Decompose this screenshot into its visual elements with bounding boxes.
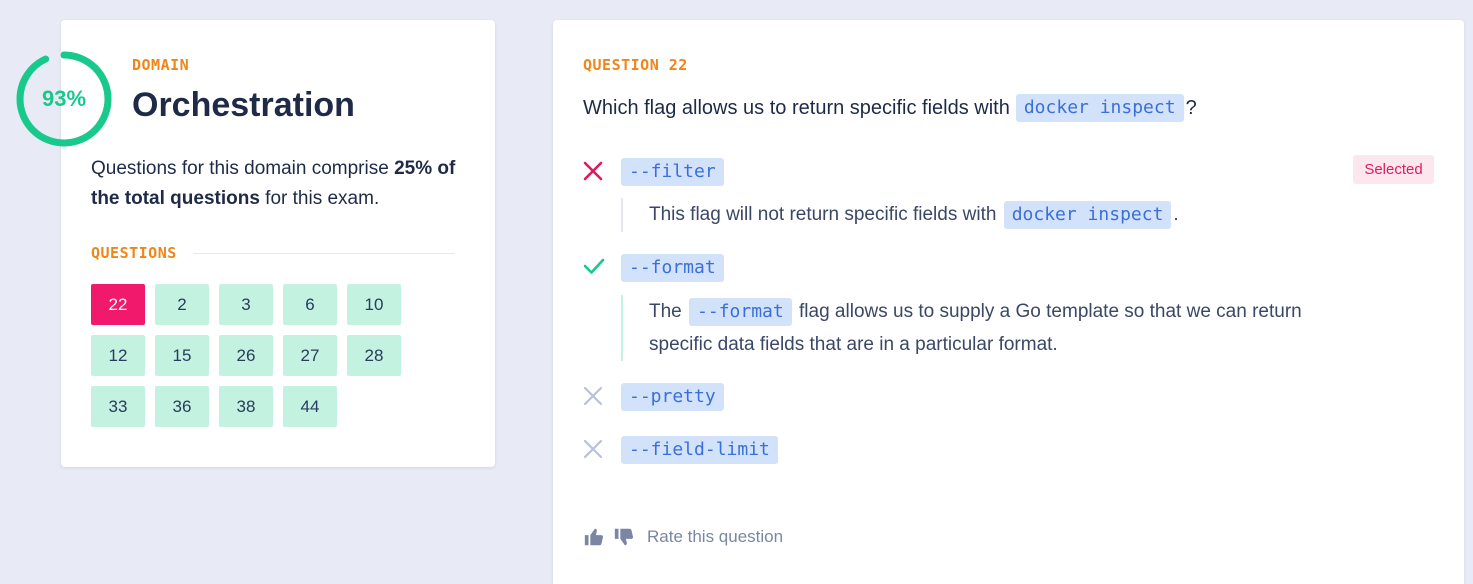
rate-question-row: Rate this question bbox=[583, 524, 783, 550]
question-text: Which flag allows us to return specific … bbox=[583, 94, 1197, 122]
progress-percent: 93% bbox=[41, 86, 87, 111]
selected-badge: Selected bbox=[1353, 155, 1434, 184]
explanation-code: --format bbox=[689, 298, 792, 326]
question-grid: 22 2 3 6 10 12 15 26 27 28 33 36 38 44 bbox=[91, 284, 431, 427]
domain-progress-ring: 93% bbox=[15, 50, 113, 148]
option-filter[interactable]: --filter bbox=[621, 158, 724, 186]
question-number-button[interactable]: 27 bbox=[283, 335, 337, 376]
question-text-start: Which flag allows us to return specific … bbox=[583, 96, 1010, 119]
domain-title: Orchestration bbox=[132, 86, 355, 124]
thumbs-down-icon[interactable] bbox=[613, 526, 635, 548]
x-icon bbox=[583, 161, 603, 181]
description-text-end: for this exam. bbox=[259, 188, 380, 209]
question-number-button[interactable]: 36 bbox=[155, 386, 209, 427]
x-icon bbox=[583, 439, 603, 459]
domain-eyebrow: DOMAIN bbox=[132, 56, 190, 74]
divider bbox=[192, 252, 455, 254]
explanation-text: This flag will not return specific field… bbox=[649, 204, 997, 225]
thumbs-up-icon[interactable] bbox=[583, 526, 605, 548]
explanation-text-end: . bbox=[1173, 204, 1179, 225]
explanation-line-1: The --format flag allows us to supply a … bbox=[649, 295, 1302, 328]
description-text: Questions for this domain comprise bbox=[91, 158, 395, 179]
questions-header: QUESTIONS bbox=[91, 244, 455, 262]
explanation-text: The bbox=[649, 301, 682, 322]
question-number-button[interactable]: 28 bbox=[347, 335, 401, 376]
domain-description: Questions for this domain comprise 25% o… bbox=[91, 154, 471, 214]
question-number-button[interactable]: 15 bbox=[155, 335, 209, 376]
x-icon bbox=[583, 386, 603, 406]
option-filter-explanation: This flag will not return specific field… bbox=[621, 198, 1179, 232]
question-eyebrow: QUESTION 22 bbox=[583, 56, 688, 74]
question-number-button[interactable]: 38 bbox=[219, 386, 273, 427]
question-number-button[interactable]: 3 bbox=[219, 284, 273, 325]
check-icon bbox=[583, 258, 605, 274]
option-format[interactable]: --format bbox=[621, 254, 724, 282]
question-number-button[interactable]: 26 bbox=[219, 335, 273, 376]
explanation-code: docker inspect bbox=[1003, 201, 1172, 229]
question-number-button[interactable]: 33 bbox=[91, 386, 145, 427]
questions-label: QUESTIONS bbox=[91, 244, 177, 262]
explanation-line-2: specific data fields that are in a parti… bbox=[649, 334, 1058, 355]
option-field-limit[interactable]: --field-limit bbox=[621, 436, 778, 464]
question-text-end: ? bbox=[1185, 96, 1197, 119]
question-number-button[interactable]: 12 bbox=[91, 335, 145, 376]
option-pretty[interactable]: --pretty bbox=[621, 383, 724, 411]
question-code: docker inspect bbox=[1015, 94, 1184, 122]
question-number-button[interactable]: 44 bbox=[283, 386, 337, 427]
question-number-button[interactable]: 10 bbox=[347, 284, 401, 325]
explanation-text-cont: flag allows us to supply a Go template s… bbox=[799, 301, 1302, 322]
question-number-button[interactable]: 22 bbox=[91, 284, 145, 325]
question-number-button[interactable]: 6 bbox=[283, 284, 337, 325]
question-number-button[interactable]: 2 bbox=[155, 284, 209, 325]
option-format-explanation: The --format flag allows us to supply a … bbox=[621, 295, 1302, 361]
rate-label: Rate this question bbox=[647, 527, 784, 546]
